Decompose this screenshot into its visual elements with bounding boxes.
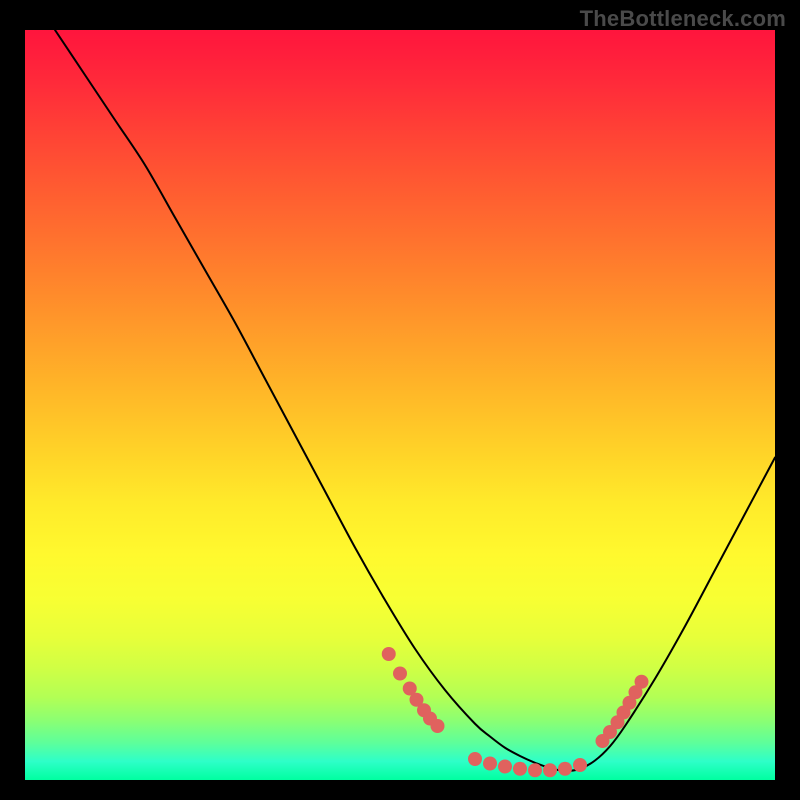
data-point [573, 758, 587, 772]
curve-svg [25, 30, 775, 780]
data-point [483, 757, 497, 771]
data-point [543, 763, 557, 777]
chart-frame: TheBottleneck.com [0, 0, 800, 800]
data-point [431, 719, 445, 733]
plot-area [25, 30, 775, 780]
bottleneck-curve [55, 30, 775, 771]
data-points [382, 647, 649, 777]
data-point [528, 763, 542, 777]
data-point [498, 760, 512, 774]
watermark-text: TheBottleneck.com [580, 6, 786, 32]
data-point [558, 762, 572, 776]
data-point [382, 647, 396, 661]
data-point [635, 675, 649, 689]
data-point [468, 752, 482, 766]
data-point [513, 762, 527, 776]
data-point [393, 667, 407, 681]
